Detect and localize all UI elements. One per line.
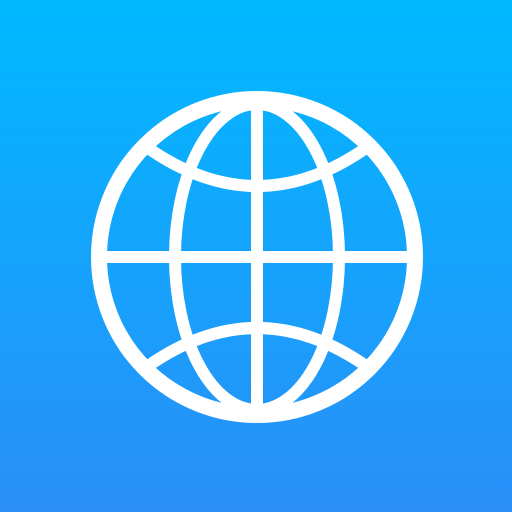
app-icon-background: [0, 0, 512, 512]
globe-icon: [91, 91, 423, 423]
